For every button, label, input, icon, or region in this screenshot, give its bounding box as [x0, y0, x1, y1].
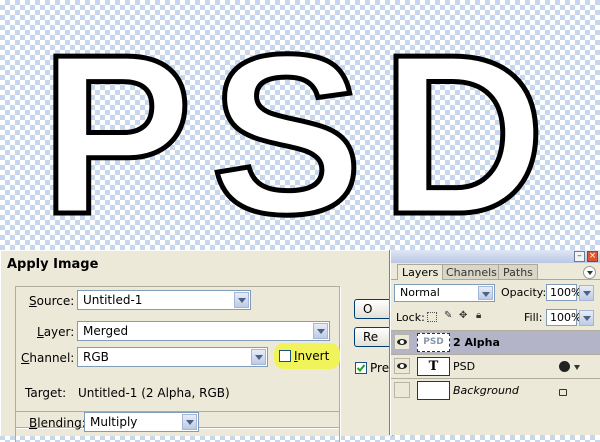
chevron-down-icon[interactable]: [234, 292, 249, 308]
opacity-label: Opacity:: [501, 286, 547, 299]
apply-image-dialog: Apply Image Source: Untitled-1 Layer: Me…: [0, 250, 393, 442]
preview-checkbox[interactable]: [355, 362, 367, 374]
canvas-document[interactable]: PSD: [0, 0, 600, 251]
invert-label[interactable]: Invert: [294, 349, 329, 363]
layer-row[interactable]: PSD 2 Alpha: [391, 330, 600, 354]
fill-input[interactable]: 100%: [546, 309, 581, 326]
layer-style-icon[interactable]: [559, 361, 570, 372]
ok-button[interactable]: O: [354, 299, 393, 319]
tab-paths[interactable]: Paths: [498, 264, 538, 279]
channel-dropdown[interactable]: RGB: [77, 347, 268, 367]
preview-label[interactable]: Pre: [370, 361, 389, 375]
lock-move-icon[interactable]: ✥: [459, 311, 469, 321]
chevron-down-icon[interactable]: [182, 414, 197, 430]
layers-palette: – × Layers Channels Paths Normal Opacity…: [390, 250, 600, 435]
expand-arrow-icon[interactable]: [574, 365, 580, 370]
source-label: Source:: [29, 294, 75, 308]
checkmark-icon: [356, 364, 366, 372]
layer-label: Layer:: [37, 325, 75, 339]
layer-thumbnail: [417, 381, 450, 400]
layer-row[interactable]: T PSD: [391, 354, 600, 378]
source-value: Untitled-1: [83, 293, 143, 307]
minimize-button[interactable]: –: [574, 251, 585, 262]
dialog-title: Apply Image: [7, 257, 99, 272]
reset-button[interactable]: Re: [354, 327, 393, 347]
blending-label: Blending:: [29, 416, 86, 430]
layer-dropdown[interactable]: Merged: [77, 321, 330, 341]
eye-icon[interactable]: [394, 334, 410, 350]
eye-icon[interactable]: [394, 382, 410, 398]
layer-name[interactable]: 2 Alpha: [453, 336, 500, 349]
close-button[interactable]: ×: [587, 251, 598, 262]
lock-brush-icon[interactable]: ✎: [444, 311, 454, 321]
layer-value: Merged: [83, 324, 129, 338]
layer-name[interactable]: Background: [453, 384, 519, 397]
target-value: Untitled-1 (2 Alpha, RGB): [78, 386, 230, 400]
target-label: Target:: [25, 386, 67, 400]
chevron-down-icon[interactable]: [478, 286, 493, 300]
chevron-down-icon[interactable]: [313, 323, 328, 339]
opacity-slider-button[interactable]: [579, 285, 594, 301]
eye-icon[interactable]: [394, 358, 410, 374]
palette-menu-button[interactable]: [583, 266, 596, 279]
blending-dropdown[interactable]: Multiply: [84, 412, 199, 432]
source-dropdown[interactable]: Untitled-1: [77, 290, 251, 310]
fill-slider-button[interactable]: [579, 310, 594, 326]
palette-titlebar[interactable]: – ×: [391, 250, 600, 263]
tab-layers[interactable]: Layers: [397, 264, 444, 280]
channel-value: RGB: [83, 350, 109, 364]
canvas-psd-text: PSD: [41, 8, 564, 250]
lock-all-icon[interactable]: 🔒︎: [476, 311, 486, 321]
layer-thumbnail: PSD: [417, 333, 450, 352]
lock-label: Lock:: [396, 311, 425, 324]
fill-label: Fill:: [524, 311, 543, 324]
channel-label: Channel:: [21, 351, 75, 365]
invert-checkbox[interactable]: [279, 350, 291, 362]
layer-row[interactable]: Background: [391, 378, 600, 402]
tab-channels[interactable]: Channels: [441, 264, 502, 279]
lock-icon: [559, 389, 567, 396]
blend-mode-value: Normal: [400, 286, 440, 299]
lock-transparency-icon[interactable]: [427, 312, 437, 322]
blending-value: Multiply: [90, 415, 138, 429]
blend-mode-dropdown[interactable]: Normal: [394, 284, 495, 302]
text-layer-thumbnail: T: [417, 357, 450, 376]
opacity-input[interactable]: 100%: [546, 284, 581, 301]
layer-name[interactable]: PSD: [453, 360, 475, 373]
chevron-down-icon[interactable]: [251, 349, 266, 365]
